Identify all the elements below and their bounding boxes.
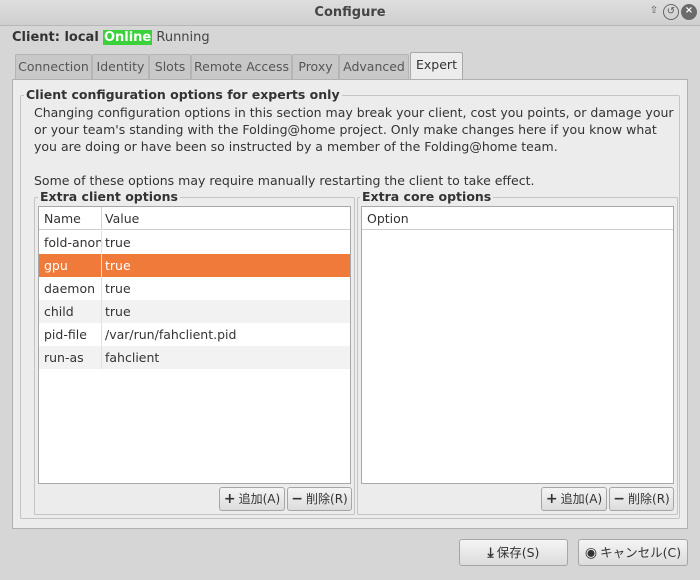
column-header-value[interactable]: Value	[105, 211, 139, 226]
tab-identity[interactable]: Identity	[92, 54, 149, 80]
section-title: Client configuration options for experts…	[24, 87, 342, 102]
minus-icon: −	[291, 491, 304, 507]
column-header-option[interactable]: Option	[367, 211, 409, 226]
window-title: Configure	[314, 5, 386, 20]
close-icon[interactable]: ×	[681, 4, 697, 20]
tab-connection[interactable]: Connection	[15, 54, 92, 80]
cancel-button[interactable]: ◉ キャンセル(C)	[578, 539, 688, 566]
client-label: Client: local	[12, 30, 99, 45]
table-row[interactable]: run-as fahclient	[39, 346, 350, 369]
option-value: true	[105, 304, 131, 319]
save-label: 保存(S)	[496, 545, 540, 560]
tab-expert[interactable]: Expert	[410, 52, 463, 81]
title-bar: Configure ⇧ ↺ ×	[0, 0, 700, 26]
option-name: child	[44, 304, 74, 319]
option-value: /var/run/fahclient.pid	[105, 327, 237, 342]
save-button[interactable]: ⤓ 保存(S)	[459, 539, 568, 566]
option-value: fahclient	[105, 350, 160, 365]
column-separator	[101, 231, 102, 369]
warning-text: Changing configuration options in this s…	[34, 105, 674, 154]
table-row[interactable]: pid-file /var/run/fahclient.pid	[39, 323, 350, 346]
minus-icon: −	[613, 491, 626, 507]
description: Changing configuration options in this s…	[34, 104, 674, 189]
list-header: Option	[362, 207, 673, 230]
remove-core-option-button[interactable]: − 削除(R)	[609, 487, 674, 511]
column-header-name[interactable]: Name	[44, 211, 81, 226]
option-name: pid-file	[44, 327, 87, 342]
add-label: 追加(A)	[238, 492, 281, 506]
tab-proxy[interactable]: Proxy	[292, 54, 339, 80]
remove-label: 削除(R)	[628, 492, 670, 506]
list-header: Name Value	[39, 207, 350, 230]
option-name: daemon	[44, 281, 96, 296]
client-options-list[interactable]: Name Value fold-anon true gpu true daemo…	[38, 206, 351, 484]
tab-slots[interactable]: Slots	[149, 54, 191, 80]
download-icon: ⤓	[487, 545, 494, 561]
option-value: true	[105, 281, 131, 296]
running-status: Running	[156, 30, 210, 45]
core-options-list[interactable]: Option	[361, 206, 674, 484]
tab-advanced[interactable]: Advanced	[339, 54, 409, 80]
core-options-title: Extra core options	[360, 189, 494, 204]
cancel-icon: ◉	[584, 545, 598, 561]
add-core-option-button[interactable]: + 追加(A)	[541, 487, 607, 511]
client-status: Client: local Online Running	[12, 30, 210, 45]
online-badge: Online	[102, 30, 153, 45]
option-value: true	[105, 235, 131, 250]
option-name: gpu	[44, 258, 68, 273]
plus-icon: +	[223, 491, 236, 507]
restore-icon[interactable]: ↺	[663, 4, 679, 20]
add-client-option-button[interactable]: + 追加(A)	[219, 487, 285, 511]
tab-remote-access[interactable]: Remote Access	[191, 54, 292, 80]
option-value: true	[105, 258, 131, 273]
add-label: 追加(A)	[560, 492, 603, 506]
client-options-title: Extra client options	[38, 189, 180, 204]
option-name: run-as	[44, 350, 84, 365]
table-row[interactable]: child true	[39, 300, 350, 323]
remove-label: 削除(R)	[306, 492, 348, 506]
header-separator	[101, 207, 102, 230]
remove-client-option-button[interactable]: − 削除(R)	[287, 487, 352, 511]
plus-icon: +	[545, 491, 558, 507]
cancel-label: キャンセル(C)	[600, 545, 682, 560]
arrow-up-icon[interactable]: ⇧	[646, 4, 662, 20]
option-name: fold-anon	[44, 235, 104, 250]
restart-note: Some of these options may require manual…	[34, 173, 535, 188]
table-row[interactable]: daemon true	[39, 277, 350, 300]
table-row[interactable]: fold-anon true	[39, 231, 350, 254]
table-row-selected[interactable]: gpu true	[39, 254, 350, 277]
